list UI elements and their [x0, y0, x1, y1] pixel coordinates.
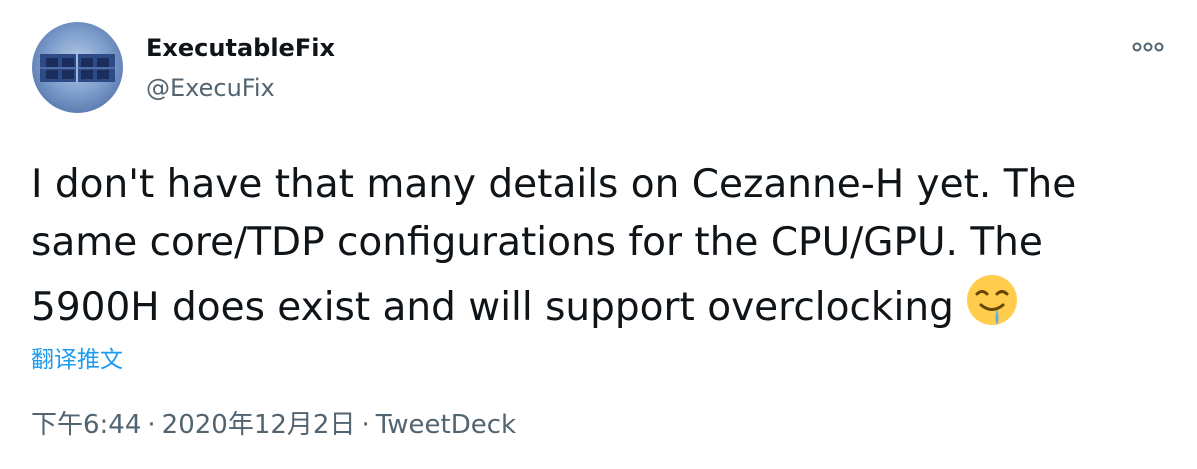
- tweet-text-line: same core/TDP configurations for the CPU…: [31, 220, 1043, 265]
- tweet-text-line: I don't have that many details on Cezann…: [31, 162, 1077, 207]
- author-display-name[interactable]: ExecutableFix: [146, 34, 335, 62]
- tweet-source[interactable]: TweetDeck: [376, 410, 516, 440]
- tweet-text: I don't have that many details on Cezann…: [31, 156, 1151, 337]
- tweet-text-line: 5900H does exist and will support overcl…: [31, 272, 1151, 337]
- avatar[interactable]: [32, 22, 123, 113]
- more-options-icon[interactable]: [1128, 32, 1168, 62]
- tweet-time[interactable]: 下午6:44: [31, 410, 141, 440]
- meta-separator: ·: [361, 410, 370, 440]
- tweet-meta: 下午6:44 · 2020年12月2日 · TweetDeck: [31, 404, 516, 441]
- translate-tweet-link[interactable]: 翻译推文: [31, 340, 123, 374]
- drooling-face-emoji-icon: [966, 275, 1017, 325]
- meta-separator: ·: [147, 410, 156, 440]
- avatar-image: [40, 54, 115, 82]
- tweet-date[interactable]: 2020年12月2日: [162, 410, 356, 440]
- tweet-text-line-content: 5900H does exist and will support overcl…: [31, 285, 954, 330]
- author-handle[interactable]: @ExecuFix: [146, 74, 275, 102]
